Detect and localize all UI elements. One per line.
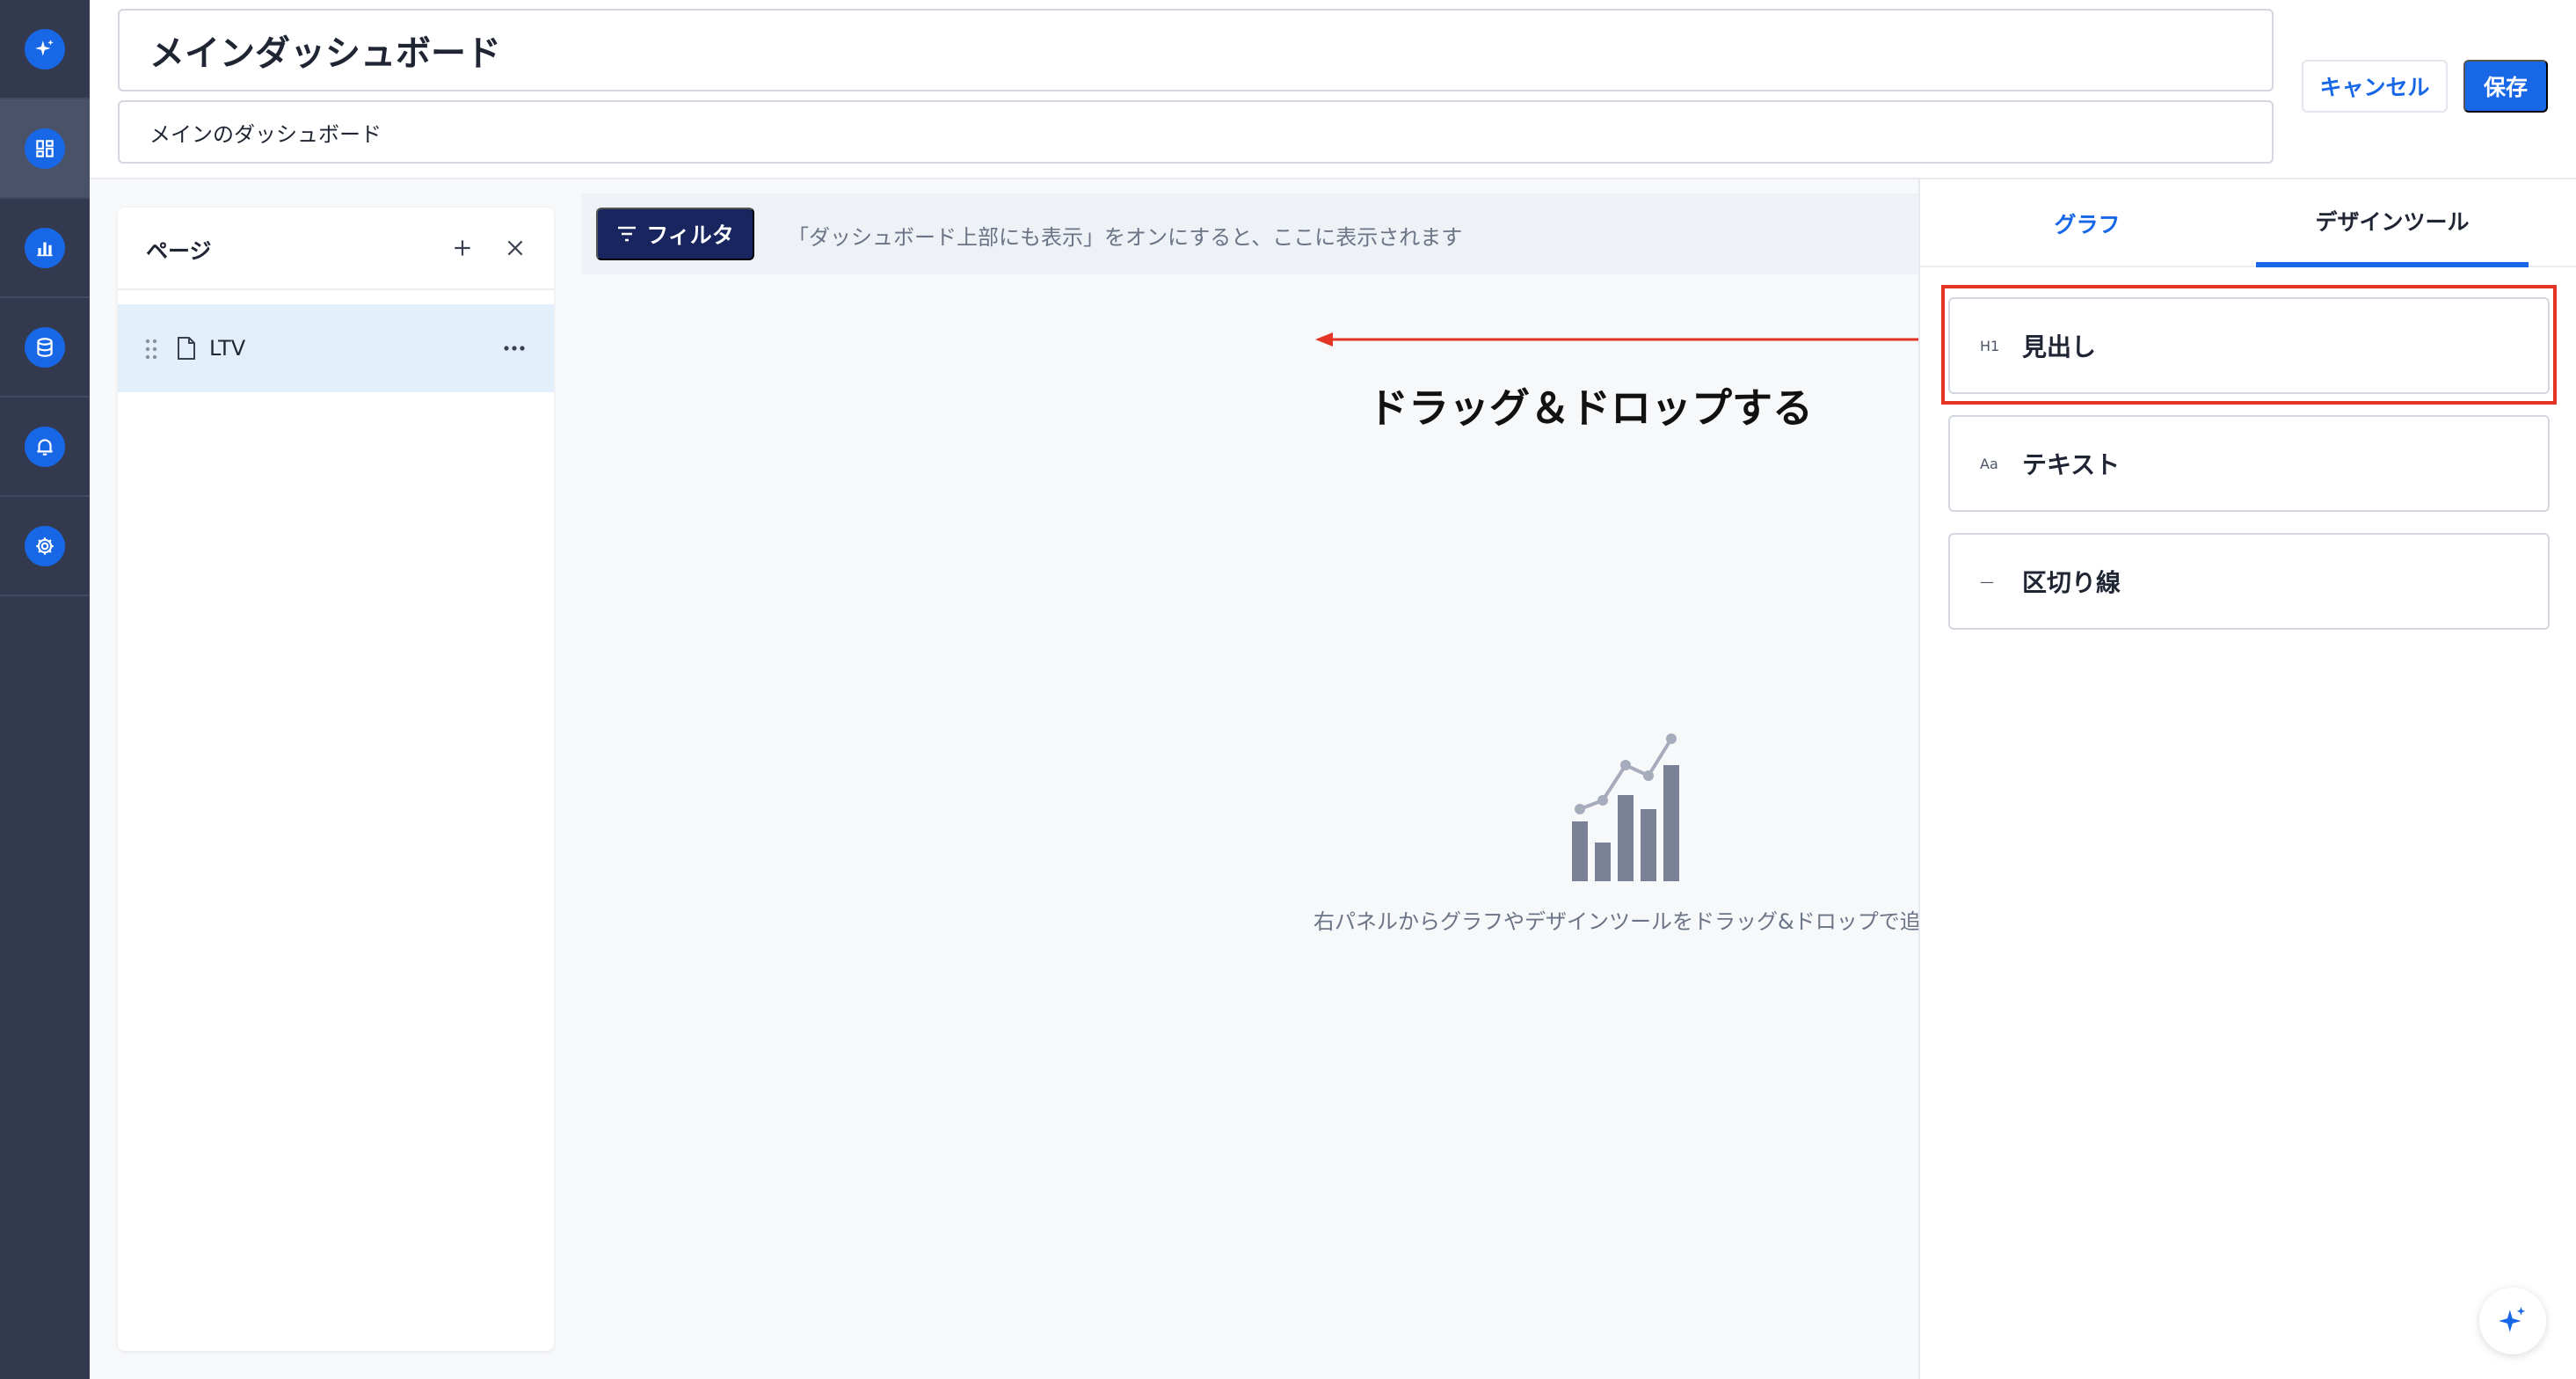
filter-icon — [618, 226, 637, 242]
dashboard-title-input[interactable]: メインダッシュボード — [118, 9, 2274, 91]
tab-graphs[interactable]: グラフ — [1920, 179, 2254, 267]
empty-state-message: 右パネルからグラフやデザインツールをドラッグ&ドロップで追 — [1313, 909, 1918, 934]
filter-hint-text: 「ダッシュボード上部にも表示」をオンにすると、ここに表示されます — [788, 225, 1463, 250]
gear-icon — [25, 525, 65, 566]
nav-settings[interactable] — [0, 497, 90, 596]
nav-data-sources[interactable] — [0, 298, 90, 398]
dashboard-grid-icon — [25, 128, 65, 169]
divider-icon: — — [1980, 573, 1994, 590]
nav-ai-assistant[interactable] — [0, 0, 90, 99]
nav-graphs[interactable] — [0, 199, 90, 298]
left-nav-rail — [0, 0, 90, 1379]
plus-icon — [455, 240, 470, 256]
close-pages-panel-button[interactable] — [498, 230, 533, 266]
ai-assistant-button[interactable] — [2479, 1288, 2546, 1354]
drag-arrow — [1315, 332, 1934, 347]
tool-text[interactable]: Aa テキスト — [1948, 415, 2550, 512]
right-panel-tabs: グラフ デザインツール — [1920, 179, 2576, 267]
cancel-button[interactable]: キャンセル — [2302, 60, 2448, 113]
nav-alerts[interactable] — [0, 398, 90, 497]
filter-button-label: フィルタ — [646, 223, 734, 248]
tool-divider[interactable]: — 区切り線 — [1948, 533, 2550, 630]
dashboard-description: メインのダッシュボード — [149, 121, 382, 147]
pages-panel: ページ LTV — [118, 208, 554, 1351]
pages-panel-header: ページ — [118, 208, 554, 290]
sparkle-icon — [2499, 1307, 2526, 1332]
tool-divider-label: 区切り線 — [2022, 568, 2121, 597]
text-icon: Aa — [1980, 455, 1998, 472]
more-options-icon[interactable] — [503, 345, 526, 352]
database-icon — [25, 326, 65, 368]
close-icon — [507, 240, 523, 256]
save-button[interactable]: 保存 — [2463, 60, 2548, 113]
heading-tool-highlight — [1941, 285, 2557, 405]
filter-button[interactable]: フィルタ — [596, 208, 754, 260]
document-icon — [178, 337, 195, 360]
dashboard-description-input[interactable]: メインのダッシュボード — [118, 100, 2274, 164]
add-page-button[interactable] — [445, 230, 480, 266]
empty-chart-icon — [1572, 733, 1679, 881]
drag-drop-annotation: ドラッグ＆ドロップする — [1368, 384, 1813, 432]
bell-icon — [25, 426, 65, 467]
sparkle-icon — [25, 28, 65, 69]
nav-dashboards[interactable] — [0, 99, 90, 199]
page-list-item-label: LTV — [209, 336, 246, 361]
drag-handle-icon[interactable] — [144, 338, 158, 361]
pages-panel-title: ページ — [146, 238, 212, 264]
dashboard-title: メインダッシュボード — [149, 33, 501, 74]
tool-text-label: テキスト — [2022, 450, 2121, 479]
tab-design-tools[interactable]: デザインツール — [2256, 179, 2529, 267]
filter-bar: フィルタ 「ダッシュボード上部にも表示」をオンにすると、ここに表示されます — [582, 193, 1918, 274]
bar-chart-icon — [25, 227, 65, 268]
page-list-item[interactable]: LTV — [118, 304, 554, 392]
